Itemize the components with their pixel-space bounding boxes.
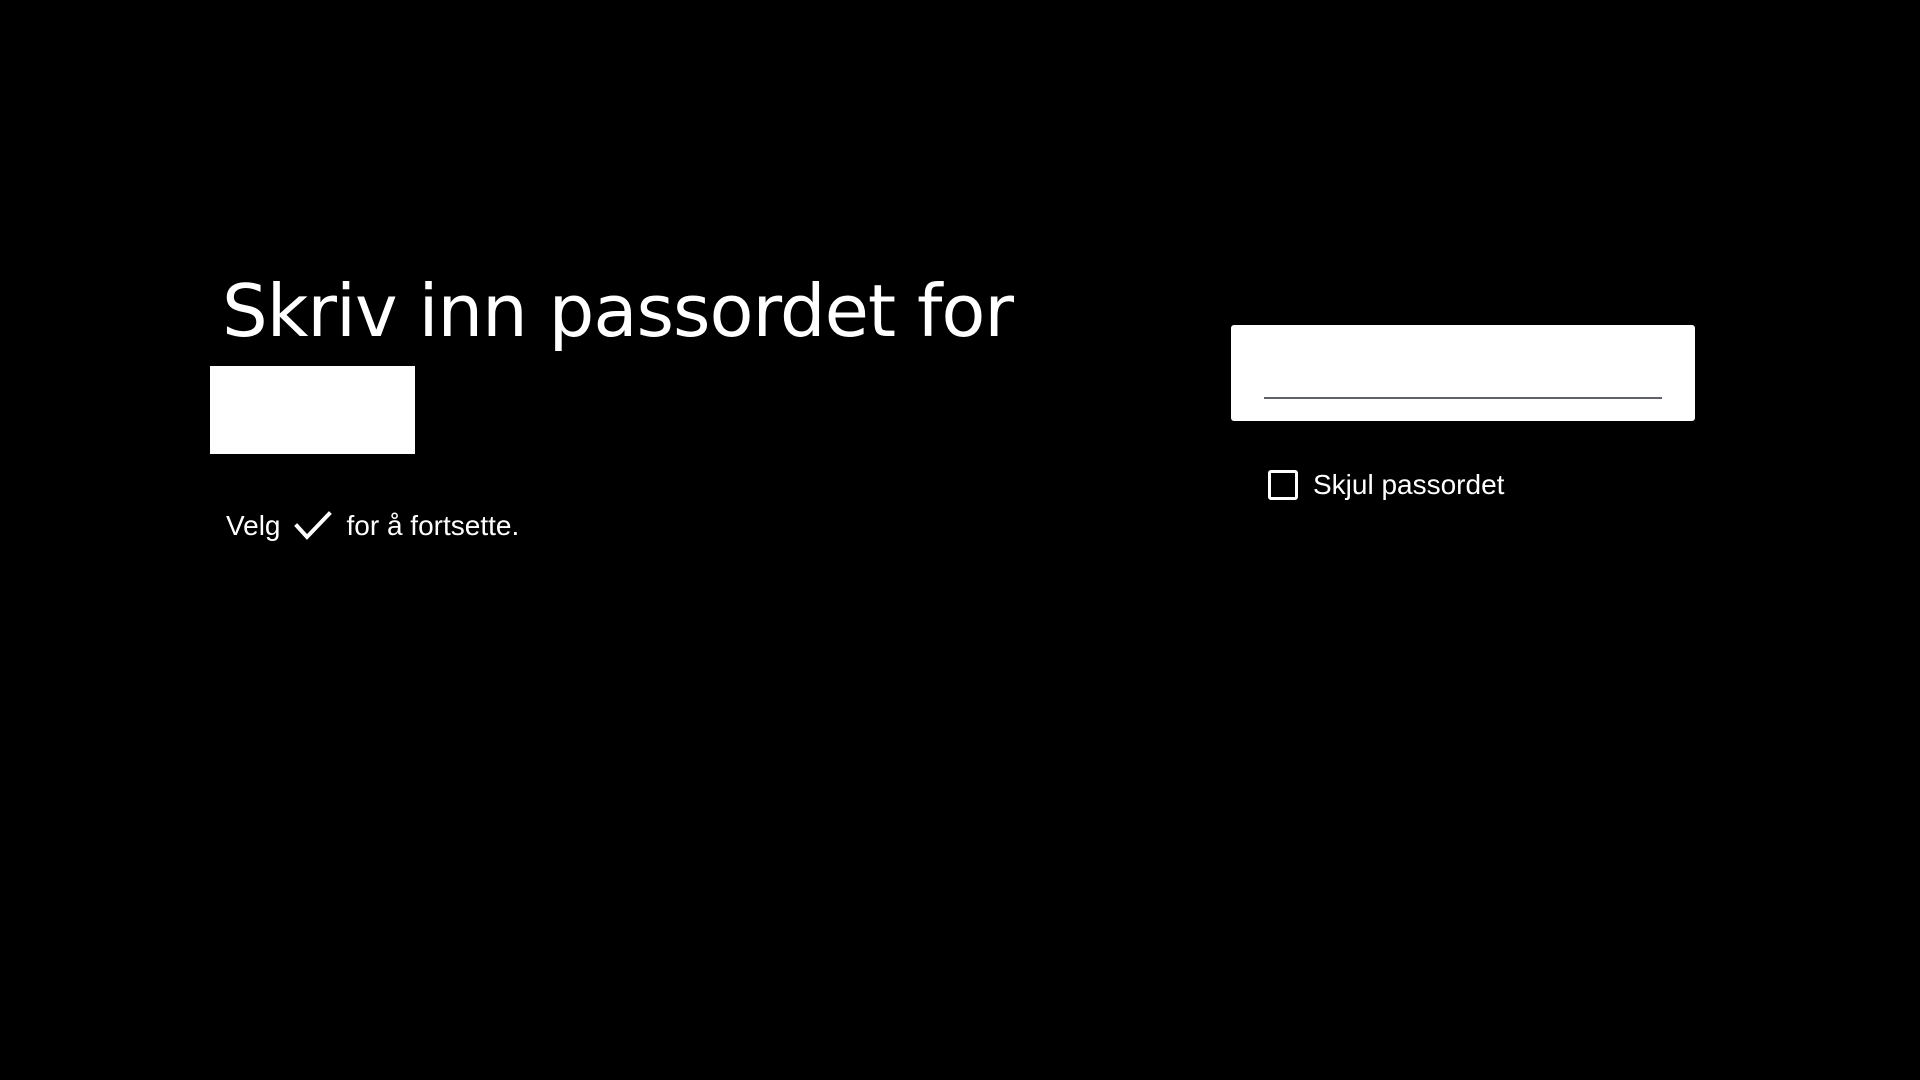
hint-suffix: for å fortsette. [346, 510, 520, 541]
checkmark-icon [291, 506, 335, 546]
checkbox-unchecked-icon[interactable] [1268, 470, 1298, 500]
hide-password-label: Skjul passordet [1313, 469, 1505, 500]
page-title: Skriv inn passordet for [222, 269, 1014, 353]
hint-prefix: Velg [226, 510, 281, 541]
password-field-container[interactable] [1231, 325, 1695, 421]
continue-hint: Velg for å fortsette. [226, 506, 519, 546]
hide-password-toggle[interactable]: Skjul passordet [1268, 465, 1504, 505]
password-input[interactable] [1264, 343, 1662, 399]
network-name-redacted [210, 366, 415, 454]
